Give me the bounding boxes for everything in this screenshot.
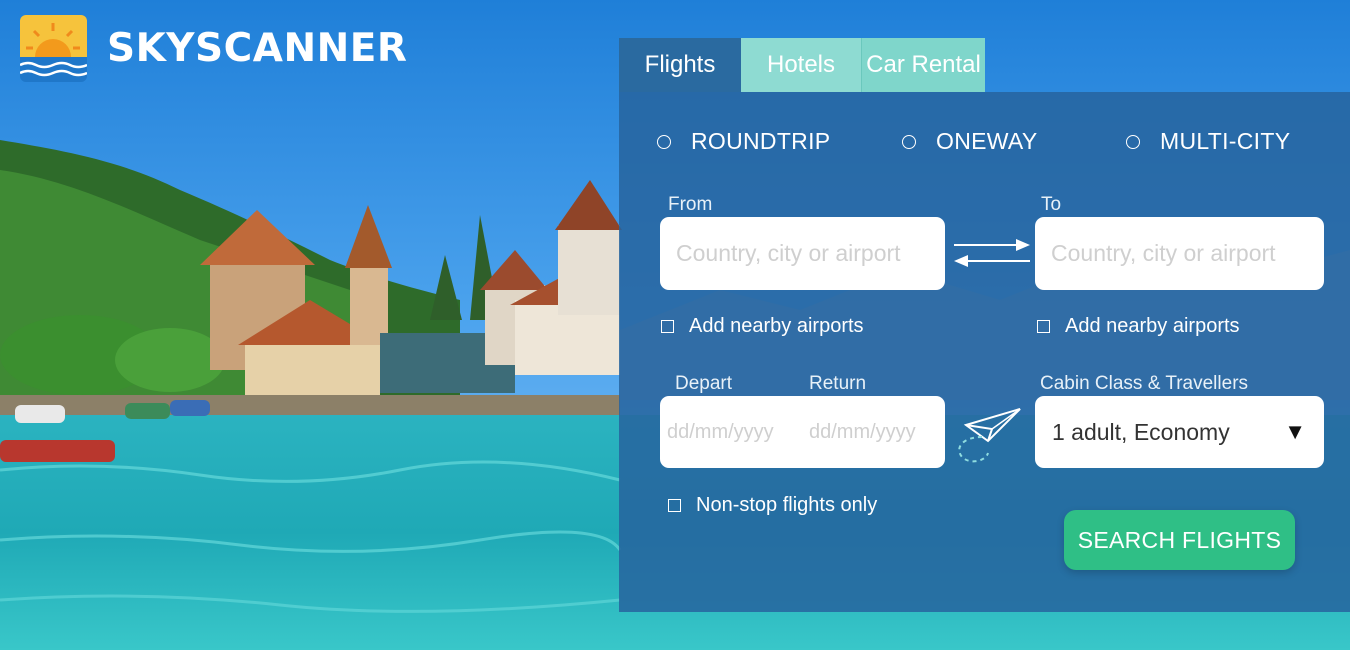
cabin-travellers-select[interactable]: 1 adult, Economy ▼ xyxy=(1035,396,1324,468)
radio-circle-icon xyxy=(902,134,916,149)
trip-type-options: ROUNDTRIP ONEWAY MULTI-CITY xyxy=(619,128,1350,158)
cabin-label: Cabin Class & Travellers xyxy=(1040,373,1249,394)
from-nearby-airports-label: Add nearby airports xyxy=(689,315,864,337)
radio-circle-icon xyxy=(1126,134,1140,149)
from-input[interactable] xyxy=(660,217,945,290)
tab-hotels[interactable]: Hotels xyxy=(741,38,861,92)
checkbox-icon xyxy=(1037,320,1050,333)
radio-roundtrip-label: ROUNDTRIP xyxy=(691,128,831,154)
paper-plane-icon xyxy=(952,407,1024,467)
radio-oneway-label: ONEWAY xyxy=(936,128,1038,154)
checkbox-icon xyxy=(668,499,681,512)
to-input[interactable] xyxy=(1035,217,1324,290)
radio-circle-icon xyxy=(657,134,671,149)
date-range-box xyxy=(660,396,945,468)
non-stop-label: Non-stop flights only xyxy=(696,494,878,516)
swap-arrows-icon[interactable] xyxy=(952,238,1032,268)
radio-multi-city[interactable]: MULTI-CITY xyxy=(1126,128,1290,155)
checkbox-icon xyxy=(661,320,674,333)
tab-flights[interactable]: Flights xyxy=(619,38,741,92)
return-date-input[interactable] xyxy=(802,396,938,468)
brand-name: SKYSCANNER xyxy=(107,26,408,71)
depart-label: Depart xyxy=(675,373,733,394)
logo[interactable]: SKYSCANNER xyxy=(20,15,407,82)
depart-date-input[interactable] xyxy=(660,396,796,468)
search-flights-button[interactable]: SEARCH FLIGHTS xyxy=(1064,510,1295,570)
cabin-travellers-value: 1 adult, Economy xyxy=(1052,418,1230,445)
from-label: From xyxy=(668,194,713,215)
sun-logo-icon xyxy=(20,15,87,82)
to-nearby-airports-label: Add nearby airports xyxy=(1065,315,1240,337)
to-label: To xyxy=(1041,194,1062,215)
from-nearby-airports-checkbox[interactable]: Add nearby airports xyxy=(661,315,864,338)
non-stop-checkbox[interactable]: Non-stop flights only xyxy=(668,494,877,517)
radio-roundtrip[interactable]: ROUNDTRIP xyxy=(657,128,830,155)
caret-down-icon: ▼ xyxy=(1284,419,1306,444)
radio-multi-city-label: MULTI-CITY xyxy=(1160,128,1291,154)
flight-search-panel: ROUNDTRIP ONEWAY MULTI-CITY From To Add … xyxy=(619,92,1350,612)
to-nearby-airports-checkbox[interactable]: Add nearby airports xyxy=(1037,315,1240,338)
search-tabs: Flights Hotels Car Rental xyxy=(619,38,985,92)
radio-oneway[interactable]: ONEWAY xyxy=(902,128,1037,155)
tab-car-rental[interactable]: Car Rental xyxy=(861,38,985,92)
return-label: Return xyxy=(809,373,867,394)
